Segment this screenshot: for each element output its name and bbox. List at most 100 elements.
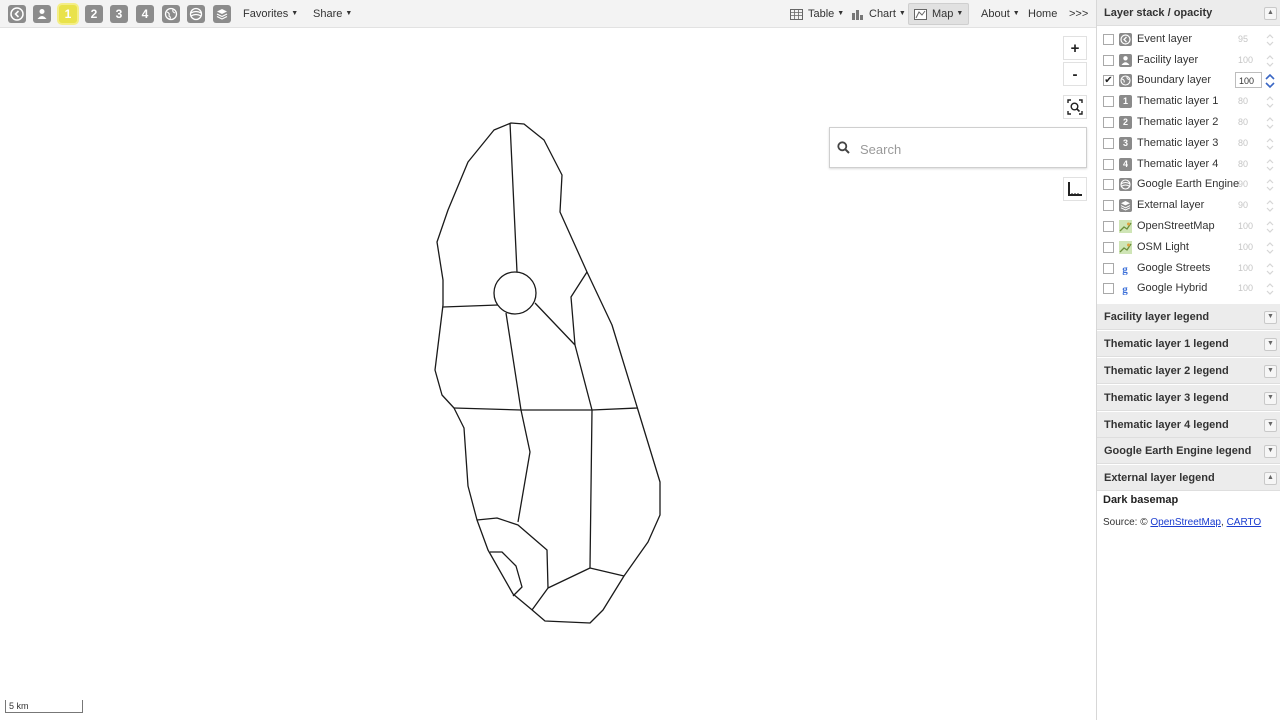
dark-basemap-title: Dark basemap <box>1103 494 1179 506</box>
map-canvas[interactable]: + - 5 km <box>0 28 1096 720</box>
zoom-extent-icon <box>1067 99 1083 115</box>
google-icon: g <box>1119 282 1132 295</box>
layer-label: Google Hybrid <box>1137 282 1208 294</box>
legend-header-thematic-layer-4-legend[interactable]: Thematic layer 4 legend ▼ <box>1097 412 1280 438</box>
layer-label: OSM Light <box>1137 241 1189 253</box>
layer-row-external-layer[interactable]: External layer 90 <box>1097 196 1280 216</box>
event-icon <box>1119 33 1132 46</box>
city-boundary <box>493 271 537 315</box>
layer-visibility-checkbox[interactable] <box>1103 221 1114 232</box>
osm-icon <box>1119 220 1132 233</box>
collapse-icon[interactable]: ▲ <box>1264 7 1277 20</box>
thematic-3-icon: 3 <box>1119 137 1132 150</box>
layer-visibility-checkbox[interactable] <box>1103 159 1114 170</box>
expand-icon[interactable]: ▼ <box>1264 365 1277 378</box>
layer-row-event-layer[interactable]: Event layer 95 <box>1097 30 1280 50</box>
layer-visibility-checkbox[interactable] <box>1103 263 1114 274</box>
layer-visibility-checkbox[interactable] <box>1103 179 1114 190</box>
opacity-field: 80 <box>1238 159 1249 169</box>
expand-icon[interactable]: ▼ <box>1264 338 1277 351</box>
layer-row-thematic-layer-1[interactable]: 1 Thematic layer 1 80 <box>1097 92 1280 112</box>
layer-label: Boundary layer <box>1137 74 1211 86</box>
layer-panel: Layer stack / opacity ▲ Event layer 95 Fac… <box>1096 0 1280 720</box>
layer-visibility-checkbox[interactable] <box>1103 117 1114 128</box>
legend-header-google-earth-engine-legend[interactable]: Google Earth Engine legend ▼ <box>1097 438 1280 464</box>
legend-header-facility-layer-legend[interactable]: Facility layer legend ▼ <box>1097 304 1280 330</box>
opacity-field[interactable]: 100 <box>1235 72 1262 88</box>
layer-row-google-streets[interactable]: g Google Streets 100 <box>1097 259 1280 279</box>
opacity-spinner[interactable] <box>1264 156 1276 174</box>
layer-visibility-checkbox[interactable] <box>1103 138 1114 149</box>
opacity-spinner[interactable] <box>1264 176 1276 194</box>
layer-row-openstreetmap[interactable]: OpenStreetMap 100 <box>1097 217 1280 237</box>
collapse-icon[interactable]: ▲ <box>1264 472 1277 485</box>
expand-icon[interactable]: ▼ <box>1264 311 1277 324</box>
legend-header-external-layer-legend[interactable]: External layer legend ▲ <box>1097 465 1280 491</box>
opacity-spinner[interactable] <box>1264 197 1276 215</box>
zoom-in-button[interactable]: + <box>1063 36 1087 60</box>
layer-row-thematic-layer-2[interactable]: 2 Thematic layer 2 80 <box>1097 113 1280 133</box>
layer-row-facility-layer[interactable]: Facility layer 100 <box>1097 51 1280 71</box>
external-layer-icon <box>1119 199 1132 212</box>
google-icon: g <box>1119 262 1132 275</box>
opacity-field: 100 <box>1238 283 1254 293</box>
search-input[interactable] <box>858 138 1082 160</box>
place-search-box <box>829 127 1087 168</box>
opacity-field: 100 <box>1238 55 1254 65</box>
layer-row-thematic-layer-3[interactable]: 3 Thematic layer 3 80 <box>1097 134 1280 154</box>
opacity-field: 90 <box>1238 179 1249 189</box>
svg-text:g: g <box>1122 284 1128 296</box>
layer-label: Google Earth Engine <box>1137 178 1240 190</box>
thematic-2-icon: 2 <box>1119 116 1132 129</box>
layer-visibility-checkbox[interactable] <box>1103 200 1114 211</box>
thematic-4-icon: 4 <box>1119 158 1132 171</box>
layer-row-google-earth-engine[interactable]: Google Earth Engine 90 <box>1097 175 1280 195</box>
opacity-spinner[interactable] <box>1264 218 1276 236</box>
opacity-spinner[interactable] <box>1264 260 1276 278</box>
opacity-spinner[interactable] <box>1264 52 1276 70</box>
search-icon <box>837 141 850 154</box>
legend-header-thematic-layer-3-legend[interactable]: Thematic layer 3 legend ▼ <box>1097 385 1280 411</box>
opacity-spinner[interactable] <box>1264 72 1276 90</box>
layer-label: Thematic layer 1 <box>1137 95 1219 107</box>
expand-icon[interactable]: ▼ <box>1264 419 1277 432</box>
opacity-spinner[interactable] <box>1264 93 1276 111</box>
ruler-icon <box>1068 182 1082 196</box>
opacity-spinner[interactable] <box>1264 135 1276 153</box>
island-outline <box>434 122 661 624</box>
opacity-spinner[interactable] <box>1264 114 1276 132</box>
opacity-spinner[interactable] <box>1264 31 1276 49</box>
internal-boundaries <box>442 122 639 611</box>
opacity-field: 80 <box>1238 96 1249 106</box>
layer-visibility-checkbox[interactable] <box>1103 96 1114 107</box>
layer-visibility-checkbox[interactable]: ✔ <box>1103 75 1114 86</box>
opacity-spinner[interactable] <box>1264 280 1276 298</box>
layer-row-google-hybrid[interactable]: g Google Hybrid 100 <box>1097 279 1280 299</box>
opacity-spinner[interactable] <box>1264 239 1276 257</box>
earth-engine-icon <box>1119 178 1132 191</box>
legend-header-thematic-layer-1-legend[interactable]: Thematic layer 1 legend ▼ <box>1097 331 1280 357</box>
facility-icon <box>1119 54 1132 67</box>
expand-icon[interactable]: ▼ <box>1264 392 1277 405</box>
zoom-out-button[interactable]: - <box>1063 62 1087 86</box>
osm-attribution-link[interactable]: OpenStreetMap <box>1150 517 1221 528</box>
carto-attribution-link[interactable]: CARTO <box>1227 517 1262 528</box>
layer-row-thematic-layer-4[interactable]: 4 Thematic layer 4 80 <box>1097 155 1280 175</box>
zoom-to-content-button[interactable] <box>1063 95 1087 119</box>
layer-stack-header[interactable]: Layer stack / opacity ▲ <box>1097 0 1280 26</box>
layer-visibility-checkbox[interactable] <box>1103 55 1114 66</box>
expand-icon[interactable]: ▼ <box>1264 445 1277 458</box>
layer-label: Event layer <box>1137 33 1193 45</box>
layer-row-osm-light[interactable]: OSM Light 100 <box>1097 238 1280 258</box>
layer-label: OpenStreetMap <box>1137 220 1215 232</box>
measure-button[interactable] <box>1063 177 1087 201</box>
layer-visibility-checkbox[interactable] <box>1103 242 1114 253</box>
layer-visibility-checkbox[interactable] <box>1103 283 1114 294</box>
layer-visibility-checkbox[interactable] <box>1103 34 1114 45</box>
opacity-field: 100 <box>1238 242 1254 252</box>
opacity-field: 80 <box>1238 117 1249 127</box>
legend-header-thematic-layer-2-legend[interactable]: Thematic layer 2 legend ▼ <box>1097 358 1280 384</box>
layer-label: Thematic layer 3 <box>1137 137 1219 149</box>
layer-label: Thematic layer 4 <box>1137 158 1219 170</box>
layer-row-boundary-layer[interactable]: ✔ Boundary layer 100 <box>1097 71 1280 91</box>
